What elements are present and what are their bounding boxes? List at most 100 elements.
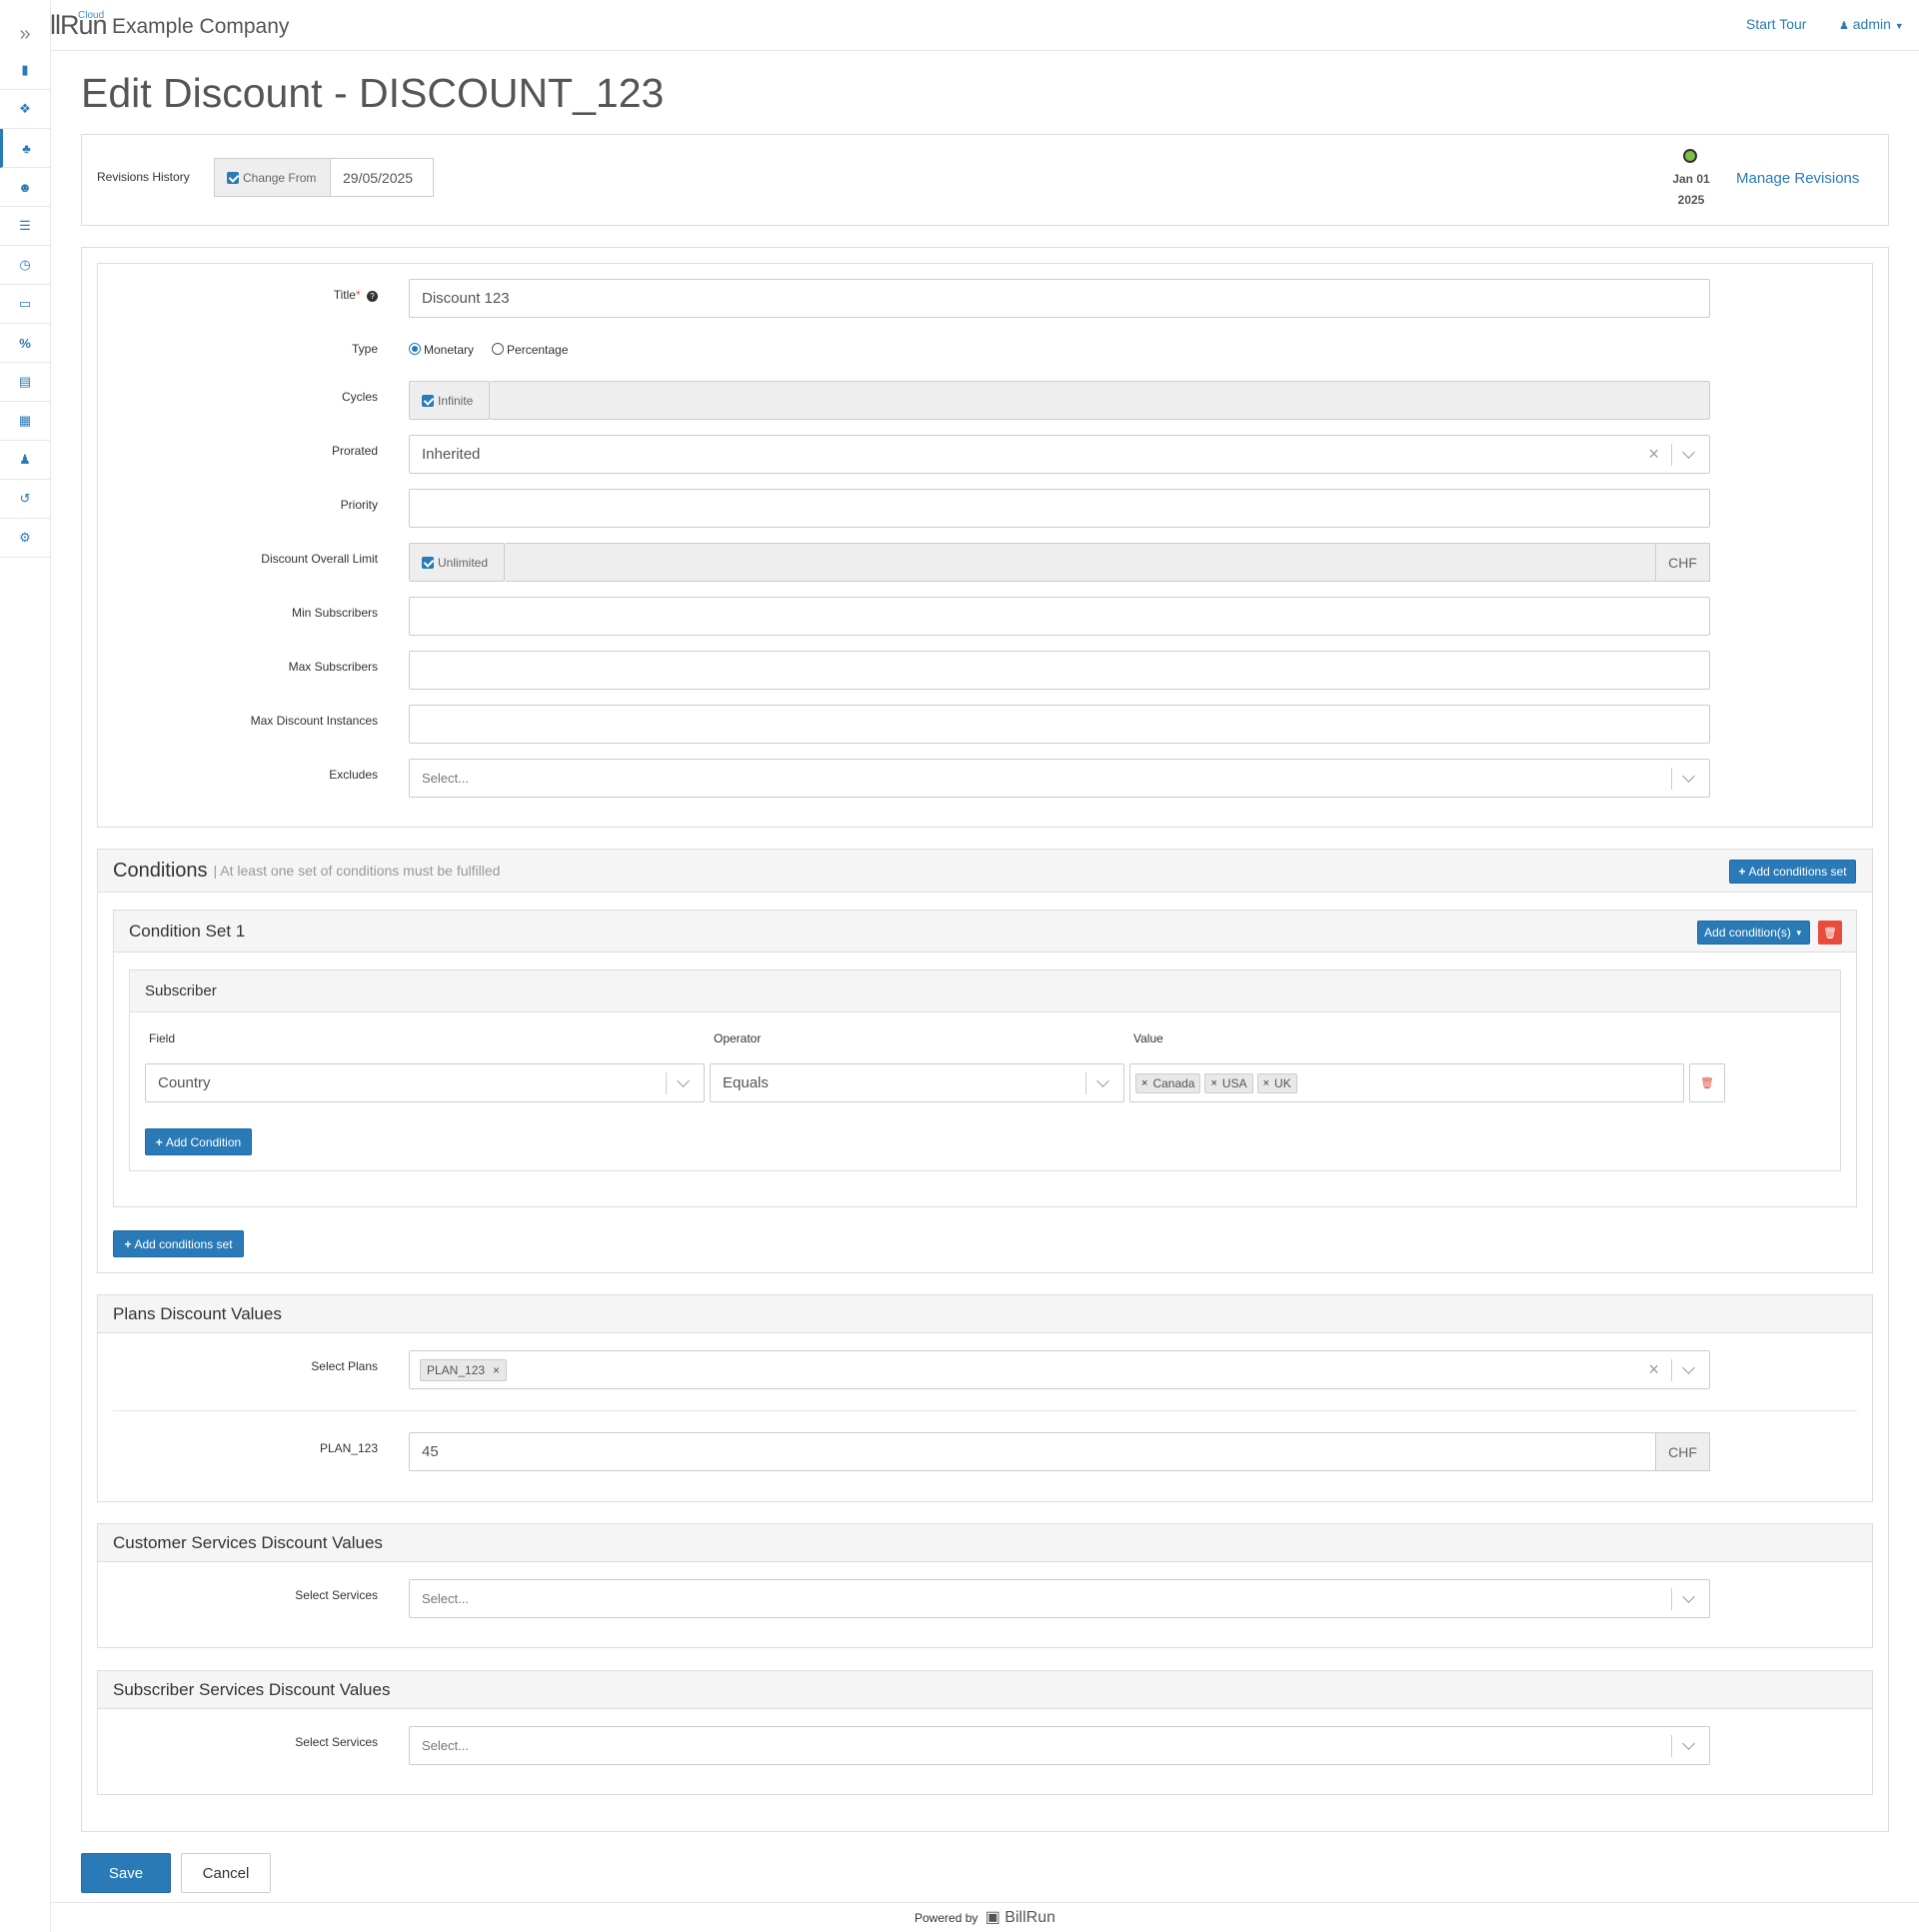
file-icon: ▭ bbox=[18, 296, 32, 311]
revision-date-month: Jan 01 bbox=[1672, 172, 1710, 186]
remove-tag-icon[interactable]: × bbox=[1141, 1077, 1147, 1089]
clear-icon[interactable]: × bbox=[1648, 1359, 1659, 1380]
chevron-down-icon[interactable] bbox=[1682, 1360, 1695, 1374]
add-conditions-set-button-top[interactable]: + Add conditions set bbox=[1729, 860, 1856, 884]
sidebar-item-card[interactable]: ▤ bbox=[0, 363, 50, 402]
max-discount-instances-label: Max Discount Instances bbox=[250, 714, 378, 728]
limit-unlimited-toggle[interactable]: Unlimited bbox=[409, 543, 505, 582]
user-menu[interactable]: ♟ admin ▼ bbox=[1839, 16, 1904, 32]
type-percentage-radio[interactable]: Percentage bbox=[492, 343, 568, 357]
remove-tag-icon[interactable]: × bbox=[1210, 1077, 1216, 1089]
remove-tag-icon[interactable]: × bbox=[1263, 1077, 1269, 1089]
cancel-button[interactable]: Cancel bbox=[181, 1853, 271, 1893]
chevron-down-icon[interactable] bbox=[1682, 769, 1695, 783]
chevron-down-icon[interactable] bbox=[677, 1073, 690, 1087]
title-label: Title* ? bbox=[200, 288, 378, 302]
sidebar-item-cubes[interactable]: ❖ bbox=[0, 90, 50, 129]
sidebar-item-customers[interactable]: ☻ bbox=[0, 168, 50, 207]
remove-tag-icon[interactable]: × bbox=[493, 1363, 500, 1377]
trash-icon: 🗑 bbox=[1700, 1077, 1714, 1089]
condition-field-select[interactable]: Country bbox=[145, 1063, 705, 1102]
plus-icon: + bbox=[155, 1134, 163, 1149]
footer: Powered by ▣ BillRun bbox=[51, 1902, 1919, 1932]
condition-set-title: Condition Set 1 bbox=[129, 921, 246, 941]
subscriber-group-title: Subscriber bbox=[145, 982, 217, 999]
plan-discount-value-input[interactable]: 45 bbox=[409, 1432, 1656, 1471]
value-tag-canada: × Canada bbox=[1135, 1072, 1201, 1093]
customer-services-select[interactable]: Select... bbox=[409, 1579, 1710, 1618]
history-icon: ↺ bbox=[19, 491, 31, 506]
excludes-select[interactable]: Select... bbox=[409, 759, 1710, 798]
max-subscribers-label: Max Subscribers bbox=[288, 660, 378, 674]
subscriber-services-placeholder: Select... bbox=[422, 1738, 469, 1753]
revision-active-status-icon[interactable] bbox=[1683, 149, 1697, 163]
add-condition-button[interactable]: + Add Condition bbox=[145, 1128, 252, 1155]
max-subscribers-input[interactable] bbox=[409, 651, 1710, 690]
sidebar-item-discounts[interactable]: ♣ bbox=[0, 129, 50, 168]
manage-revisions-link[interactable]: Manage Revisions bbox=[1736, 170, 1859, 187]
revision-date-year: 2025 bbox=[1677, 193, 1705, 207]
title-input[interactable]: Discount 123 bbox=[409, 279, 1710, 318]
sidebar-item-book[interactable]: ▮ bbox=[0, 51, 50, 90]
plus-icon: + bbox=[124, 1236, 132, 1251]
sidebar: » ▮ ❖ ♣ ☻ ☰ ◷ ▭ % ▤ ▦ ♟ ↺ ⚙ bbox=[0, 0, 51, 1932]
conditions-hint: | At least one set of conditions must be… bbox=[213, 863, 501, 879]
chevron-down-icon[interactable] bbox=[1682, 1736, 1695, 1750]
sidebar-item-user[interactable]: ♟ bbox=[0, 441, 50, 480]
chevron-down-icon[interactable] bbox=[1682, 1589, 1695, 1603]
question-circle-icon[interactable]: ? bbox=[367, 291, 378, 302]
chevron-down-icon[interactable] bbox=[1096, 1073, 1109, 1087]
caret-down-icon: ▼ bbox=[1894, 21, 1904, 31]
customer-services-header: Customer Services Discount Values bbox=[98, 1524, 1872, 1562]
limit-unlimited-label: Unlimited bbox=[438, 555, 489, 570]
priority-label: Priority bbox=[340, 498, 378, 512]
condition-value-multiselect[interactable]: × Canada × USA × UK bbox=[1129, 1063, 1684, 1102]
double-chevron-right-icon[interactable]: » bbox=[0, 18, 50, 50]
change-from-date-input[interactable]: 29/05/2025 bbox=[331, 158, 434, 197]
clear-icon[interactable]: × bbox=[1648, 444, 1659, 465]
change-from-toggle[interactable]: Change From bbox=[214, 158, 331, 197]
billrun-footer-logo: ▣ BillRun bbox=[984, 1909, 1055, 1926]
sidebar-item-file[interactable]: ▭ bbox=[0, 285, 50, 324]
save-button[interactable]: Save bbox=[81, 1853, 171, 1893]
plans-divider bbox=[113, 1410, 1857, 1411]
sidebar-item-table[interactable]: ▦ bbox=[0, 402, 50, 441]
delete-condition-set-button[interactable]: 🗑 bbox=[1818, 921, 1842, 945]
start-tour-link[interactable]: Start Tour bbox=[1746, 16, 1806, 32]
select-plans-multiselect[interactable]: PLAN_123 × × bbox=[409, 1350, 1710, 1389]
cycles-infinite-checkbox[interactable] bbox=[422, 394, 434, 407]
plans-discount-title: Plans Discount Values bbox=[113, 1303, 282, 1323]
limit-unlimited-checkbox[interactable] bbox=[422, 556, 434, 569]
prorated-label: Prorated bbox=[331, 444, 378, 458]
sidebar-item-history[interactable]: ↺ bbox=[0, 480, 50, 519]
prorated-select[interactable]: Inherited × bbox=[409, 435, 1710, 474]
field-column-header: Field bbox=[149, 1031, 176, 1045]
excludes-placeholder: Select... bbox=[422, 771, 469, 786]
subscriber-services-header: Subscriber Services Discount Values bbox=[98, 1671, 1872, 1709]
priority-input[interactable] bbox=[409, 489, 1710, 528]
condition-operator-value: Equals bbox=[723, 1074, 769, 1091]
list-icon: ☰ bbox=[19, 218, 31, 233]
delete-condition-button[interactable]: 🗑 bbox=[1689, 1063, 1725, 1102]
conditions-header: Conditions | At least one set of conditi… bbox=[98, 850, 1872, 893]
subscriber-services-select[interactable]: Select... bbox=[409, 1726, 1710, 1765]
change-from-checkbox[interactable] bbox=[227, 171, 239, 184]
sidebar-item-clock[interactable]: ◷ bbox=[0, 246, 50, 285]
cube-icon: ▣ bbox=[984, 1909, 1000, 1926]
discount-overall-limit-label: Discount Overall Limit bbox=[261, 552, 378, 566]
chevron-down-icon[interactable] bbox=[1682, 445, 1695, 459]
add-conditions-set-button-bottom[interactable]: + Add conditions set bbox=[113, 1230, 244, 1257]
page-title: Edit Discount - DISCOUNT_123 bbox=[81, 70, 665, 116]
sidebar-item-settings[interactable]: ⚙ bbox=[0, 519, 50, 558]
type-monetary-radio[interactable]: Monetary bbox=[409, 343, 474, 357]
sidebar-item-list[interactable]: ☰ bbox=[0, 207, 50, 246]
add-conditions-dropdown-button[interactable]: Add condition(s) ▼ bbox=[1697, 921, 1810, 945]
condition-operator-select[interactable]: Equals bbox=[710, 1063, 1124, 1102]
min-subscribers-input[interactable] bbox=[409, 597, 1710, 636]
customer-services-placeholder: Select... bbox=[422, 1591, 469, 1606]
cycles-infinite-toggle[interactable]: Infinite bbox=[409, 381, 490, 420]
sidebar-item-percent[interactable]: % bbox=[0, 324, 50, 363]
plan-value-label: PLAN_123 bbox=[319, 1441, 378, 1455]
max-discount-instances-input[interactable] bbox=[409, 705, 1710, 744]
plans-discount-header: Plans Discount Values bbox=[98, 1295, 1872, 1333]
